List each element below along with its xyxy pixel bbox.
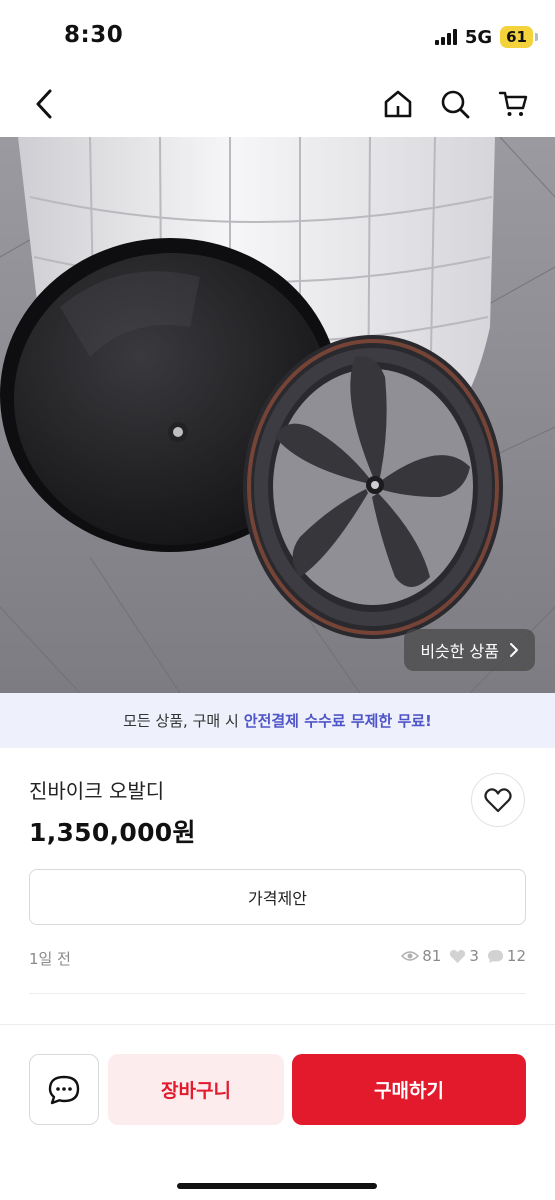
network-label: 5G	[464, 26, 493, 48]
likes-stat: 3	[449, 947, 479, 965]
eye-icon	[401, 951, 420, 961]
similar-products-label: 비슷한 상품	[420, 642, 499, 661]
chat-icon	[48, 1075, 80, 1104]
chats-count: 12	[506, 947, 526, 965]
price-offer-label: 가격제안	[248, 889, 307, 908]
product-stats: 81 3 12	[401, 947, 526, 965]
heart-icon	[450, 949, 466, 963]
product-photo	[0, 137, 555, 693]
status-indicators: 5G 61	[434, 24, 538, 50]
divider	[29, 993, 526, 994]
add-to-cart-button[interactable]: 장바구니	[108, 1054, 284, 1125]
search-button[interactable]	[435, 84, 475, 124]
heart-icon	[484, 788, 512, 813]
battery-icon: 61	[500, 26, 538, 48]
nav-bar	[0, 72, 555, 136]
home-icon	[384, 90, 412, 118]
banner-text: 모든 상품, 구매 시	[123, 712, 239, 730]
home-button[interactable]	[378, 84, 418, 124]
status-bar: 8:30 5G 61	[0, 0, 555, 72]
status-time: 8:30	[64, 22, 124, 48]
product-price: 1,350,000원	[29, 818, 196, 847]
home-indicator	[177, 1183, 377, 1189]
likes-count: 3	[469, 947, 479, 965]
safe-payment-banner[interactable]: 모든 상품, 구매 시 안전결제 수수료 무제한 무료!	[0, 693, 555, 748]
price-offer-button[interactable]: 가격제안	[29, 869, 526, 925]
back-button[interactable]	[24, 84, 64, 124]
similar-products-button[interactable]: 비슷한 상품	[404, 629, 535, 671]
chevron-right-icon	[510, 643, 518, 657]
views-count: 81	[422, 947, 442, 965]
search-icon	[441, 90, 470, 119]
buy-now-label: 구매하기	[374, 1080, 444, 1102]
chevron-left-icon	[36, 89, 52, 119]
add-to-cart-label: 장바구니	[161, 1080, 231, 1102]
bottom-action-bar: 장바구니 구매하기	[0, 1024, 555, 1200]
like-button[interactable]	[471, 773, 525, 827]
chats-stat: 12	[487, 947, 526, 965]
product-title: 진바이크 오발디	[29, 779, 165, 803]
chat-bubble-icon	[487, 949, 503, 963]
banner-highlight: 안전결제 수수료 무제한 무료!	[243, 712, 432, 730]
chat-button[interactable]	[29, 1054, 99, 1125]
product-image[interactable]: 비슷한 상품	[0, 137, 555, 693]
buy-now-button[interactable]: 구매하기	[292, 1054, 526, 1125]
cart-button[interactable]	[493, 84, 533, 124]
signal-icon	[434, 29, 457, 45]
views-stat: 81	[401, 947, 441, 965]
cart-icon	[498, 91, 528, 116]
posted-time: 1일 전	[29, 950, 71, 968]
